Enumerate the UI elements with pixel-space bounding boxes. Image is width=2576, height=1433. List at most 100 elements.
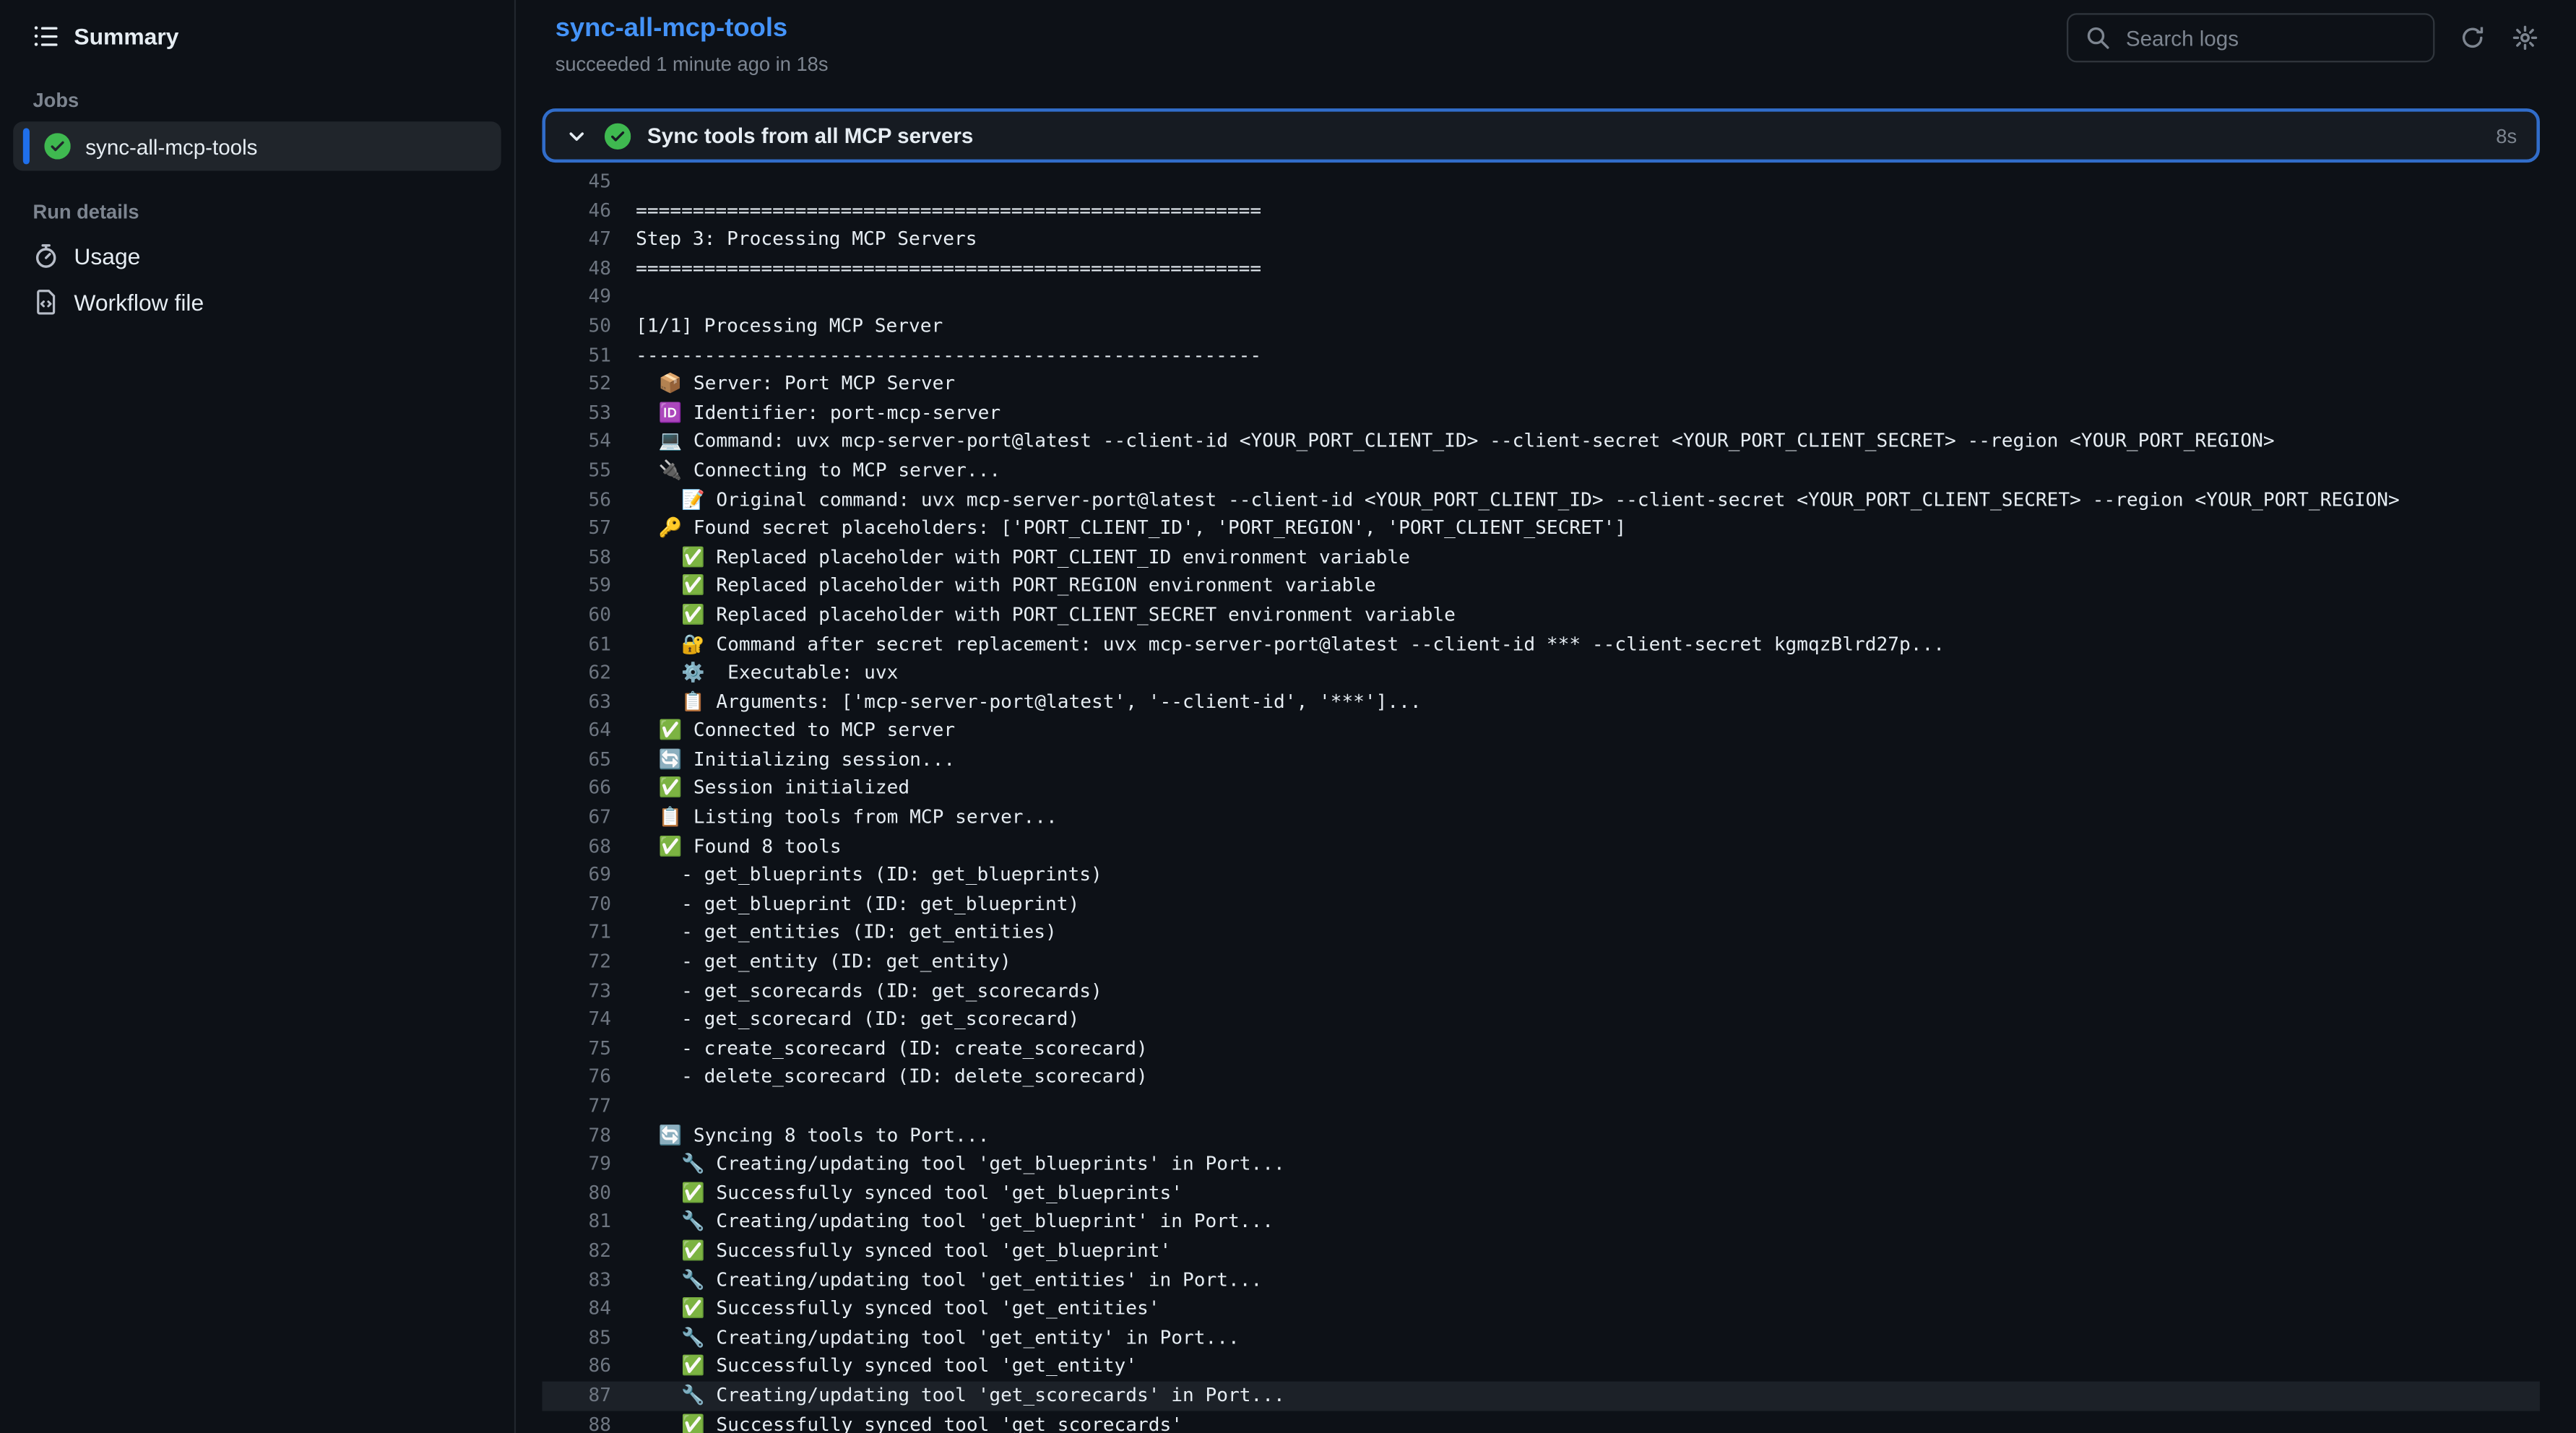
log-line-number[interactable]: 45 (542, 168, 611, 196)
log-line-number[interactable]: 65 (542, 745, 611, 774)
refresh-icon[interactable] (2458, 23, 2487, 53)
log-line-number[interactable]: 66 (542, 774, 611, 803)
log-line-number[interactable]: 59 (542, 572, 611, 601)
log-line-number[interactable]: 68 (542, 832, 611, 861)
log-line-number[interactable]: 81 (542, 1208, 611, 1237)
log-line[interactable]: 86 ✅ Successfully synced tool 'get_entit… (542, 1352, 2539, 1381)
log-line[interactable]: 80 ✅ Successfully synced tool 'get_bluep… (542, 1179, 2539, 1208)
log-line[interactable]: 74 - get_scorecard (ID: get_scorecard) (542, 1005, 2539, 1034)
log-line-number[interactable]: 83 (542, 1265, 611, 1294)
log-line[interactable]: 63 📋 Arguments: ['mcp-server-port@latest… (542, 688, 2539, 716)
log-line[interactable]: 54 💻 Command: uvx mcp-server-port@latest… (542, 428, 2539, 456)
log-line-number[interactable]: 78 (542, 1121, 611, 1150)
log-line-number[interactable]: 49 (542, 283, 611, 312)
log-line[interactable]: 45 (542, 168, 2539, 196)
log-line[interactable]: 75 - create_scorecard (ID: create_scorec… (542, 1034, 2539, 1063)
log-line-number[interactable]: 82 (542, 1237, 611, 1265)
log-line-number[interactable]: 72 (542, 948, 611, 977)
log-line-number[interactable]: 73 (542, 977, 611, 1005)
log-line[interactable]: 51--------------------------------------… (542, 341, 2539, 370)
log-line[interactable]: 59 ✅ Replaced placeholder with PORT_REGI… (542, 572, 2539, 601)
log-line-number[interactable]: 84 (542, 1294, 611, 1323)
log-line[interactable]: 70 - get_blueprint (ID: get_blueprint) (542, 890, 2539, 919)
log-line[interactable]: 77 (542, 1092, 2539, 1121)
log-line-text: - create_scorecard (ID: create_scorecard… (636, 1034, 1148, 1063)
log-line[interactable]: 79 🔧 Creating/updating tool 'get_bluepri… (542, 1150, 2539, 1179)
log-line[interactable]: 60 ✅ Replaced placeholder with PORT_CLIE… (542, 601, 2539, 630)
log-line-number[interactable]: 86 (542, 1352, 611, 1381)
log-line[interactable]: 48======================================… (542, 254, 2539, 283)
log-line[interactable]: 72 - get_entity (ID: get_entity) (542, 948, 2539, 977)
log-line[interactable]: 87 🔧 Creating/updating tool 'get_scoreca… (542, 1381, 2539, 1410)
log-line-number[interactable]: 47 (542, 225, 611, 254)
log-line-number[interactable]: 50 (542, 312, 611, 341)
log-line[interactable]: 84 ✅ Successfully synced tool 'get_entit… (542, 1294, 2539, 1323)
sidebar-item-workflow-file[interactable]: Workflow file (13, 280, 501, 326)
log-line[interactable]: 46======================================… (542, 196, 2539, 225)
sidebar-item-summary[interactable]: Summary (13, 13, 501, 59)
run-title-link[interactable]: sync-all-mcp-tools (556, 14, 829, 44)
log-line-number[interactable]: 62 (542, 659, 611, 688)
log-line-number[interactable]: 52 (542, 370, 611, 399)
log-line-number[interactable]: 55 (542, 456, 611, 485)
log-line-number[interactable]: 58 (542, 543, 611, 572)
log-line-number[interactable]: 61 (542, 630, 611, 659)
log-line-number[interactable]: 79 (542, 1150, 611, 1179)
search-logs-box[interactable] (2067, 13, 2434, 62)
chevron-down-icon[interactable] (565, 124, 588, 147)
log-line-number[interactable]: 57 (542, 514, 611, 543)
log-line-number[interactable]: 53 (542, 399, 611, 428)
step-header-sync-tools[interactable]: Sync tools from all MCP servers 8s (542, 108, 2539, 163)
log-line-number[interactable]: 80 (542, 1179, 611, 1208)
log-line-number[interactable]: 87 (542, 1381, 611, 1410)
log-line-number[interactable]: 67 (542, 803, 611, 832)
search-logs-input[interactable] (2122, 24, 2416, 52)
log-line[interactable]: 57 🔑 Found secret placeholders: ['PORT_C… (542, 514, 2539, 543)
gear-icon[interactable] (2510, 23, 2540, 53)
log-line[interactable]: 73 - get_scorecards (ID: get_scorecards) (542, 977, 2539, 1005)
log-line[interactable]: 69 - get_blueprints (ID: get_blueprints) (542, 861, 2539, 890)
log-line[interactable]: 68 ✅ Found 8 tools (542, 832, 2539, 861)
log-line[interactable]: 78 🔄 Syncing 8 tools to Port... (542, 1121, 2539, 1150)
log-line[interactable]: 83 🔧 Creating/updating tool 'get_entitie… (542, 1265, 2539, 1294)
log-line-number[interactable]: 71 (542, 919, 611, 948)
log-line-number[interactable]: 64 (542, 716, 611, 745)
log-line[interactable]: 58 ✅ Replaced placeholder with PORT_CLIE… (542, 543, 2539, 572)
log-line-number[interactable]: 76 (542, 1063, 611, 1092)
log-line[interactable]: 88 ✅ Successfully synced tool 'get_score… (542, 1410, 2539, 1433)
log-line-number[interactable]: 63 (542, 688, 611, 716)
log-line-number[interactable]: 56 (542, 485, 611, 514)
log-line[interactable]: 71 - get_entities (ID: get_entities) (542, 919, 2539, 948)
log-line[interactable]: 50[1/1] Processing MCP Server (542, 312, 2539, 341)
sidebar-item-job-sync-all-mcp-tools[interactable]: sync-all-mcp-tools (13, 121, 501, 170)
log-line-number[interactable]: 77 (542, 1092, 611, 1121)
log-line-number[interactable]: 48 (542, 254, 611, 283)
log-line[interactable]: 65 🔄 Initializing session... (542, 745, 2539, 774)
log-line[interactable]: 52 📦 Server: Port MCP Server (542, 370, 2539, 399)
log-line[interactable]: 53 🆔 Identifier: port-mcp-server (542, 399, 2539, 428)
log-line[interactable]: 82 ✅ Successfully synced tool 'get_bluep… (542, 1237, 2539, 1265)
log-line-number[interactable]: 69 (542, 861, 611, 890)
log-line-number[interactable]: 75 (542, 1034, 611, 1063)
log-line[interactable]: 61 🔐 Command after secret replacement: u… (542, 630, 2539, 659)
log-line-number[interactable]: 51 (542, 341, 611, 370)
log-line[interactable]: 67 📋 Listing tools from MCP server... (542, 803, 2539, 832)
log-line[interactable]: 76 - delete_scorecard (ID: delete_scorec… (542, 1063, 2539, 1092)
log-line-number[interactable]: 85 (542, 1323, 611, 1352)
log-line[interactable]: 47Step 3: Processing MCP Servers (542, 225, 2539, 254)
log-line[interactable]: 55 🔌 Connecting to MCP server... (542, 456, 2539, 485)
log-line-number[interactable]: 70 (542, 890, 611, 919)
log-line-number[interactable]: 74 (542, 1005, 611, 1034)
log-line[interactable]: 66 ✅ Session initialized (542, 774, 2539, 803)
log-line-number[interactable]: 54 (542, 428, 611, 456)
log-line-number[interactable]: 60 (542, 601, 611, 630)
log-line-number[interactable]: 88 (542, 1410, 611, 1433)
sidebar-item-usage[interactable]: Usage (13, 233, 501, 280)
log-line[interactable]: 62 ⚙️ Executable: uvx (542, 659, 2539, 688)
log-line-number[interactable]: 46 (542, 196, 611, 225)
log-line[interactable]: 81 🔧 Creating/updating tool 'get_bluepri… (542, 1208, 2539, 1237)
log-line[interactable]: 56 📝 Original command: uvx mcp-server-po… (542, 485, 2539, 514)
log-line[interactable]: 85 🔧 Creating/updating tool 'get_entity'… (542, 1323, 2539, 1352)
log-line[interactable]: 49 (542, 283, 2539, 312)
log-line[interactable]: 64 ✅ Connected to MCP server (542, 716, 2539, 745)
